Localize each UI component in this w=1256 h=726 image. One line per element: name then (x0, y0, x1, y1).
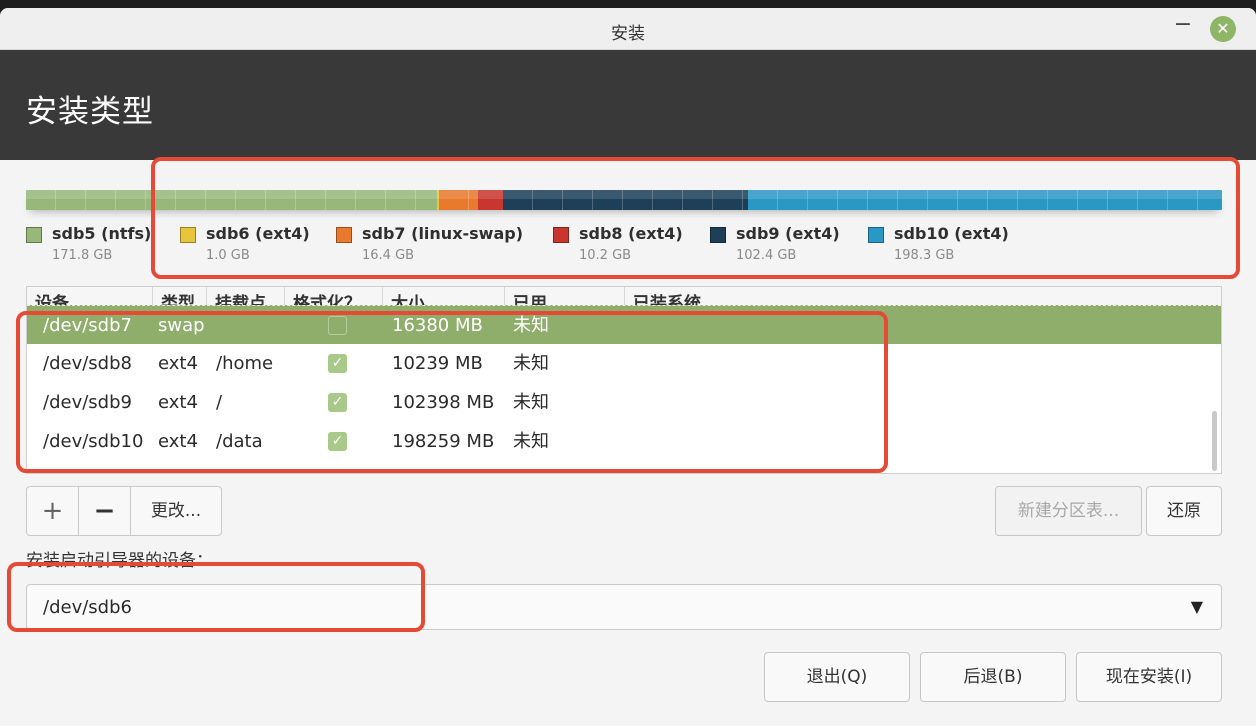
partition-segment-sdb10 (747, 190, 1222, 210)
cell-device: /dev/sdb9 (43, 392, 132, 413)
legend-size: 171.8 GB (52, 248, 113, 263)
bootloader-device-select[interactable]: /dev/sdb6 ▼ (26, 584, 1222, 630)
new-partition-table-button[interactable]: 新建分区表... (995, 486, 1142, 536)
legend-label: sdb5 (ntfs) (52, 224, 152, 243)
install-now-button[interactable]: 现在安装(I) (1076, 652, 1222, 702)
cell-device: /dev/sdb7 (43, 315, 132, 336)
legend-size: 10.2 GB (579, 248, 632, 263)
table-row[interactable]: /dev/sdb8 ext4 /home ✓ 10239 MB 未知 (27, 344, 1221, 383)
dropdown-arrow-icon: ▼ (1190, 597, 1203, 616)
quit-button[interactable]: 退出(Q) (764, 652, 910, 702)
cell-mount: /data (216, 431, 263, 452)
partition-segment-sdb7 (439, 190, 479, 210)
cell-mount: / (216, 392, 223, 413)
legend-label: sdb10 (ext4) (894, 224, 1009, 243)
partition-bar (26, 190, 1222, 210)
remove-partition-button[interactable]: − (79, 487, 131, 535)
legend-swatch (26, 227, 42, 243)
table-row[interactable]: /dev/sdb7 swap 16380 MB 未知 (27, 305, 1221, 344)
cell-used: 未知 (513, 431, 549, 452)
cell-used: 未知 (513, 315, 549, 336)
partition-table: 设备 类型 挂载点 格式化？ 大小 已用 已装系统 /dev/sdb7 swap… (26, 286, 1222, 474)
page-header: 安装类型 (0, 50, 1256, 160)
cell-size: 10239 MB (392, 353, 483, 374)
partition-edit-buttons: + − 更改... (26, 486, 222, 536)
minimize-button[interactable]: − (1170, 12, 1196, 42)
legend-size: 1.0 GB (206, 248, 250, 263)
legend-label: sdb8 (ext4) (579, 224, 683, 243)
bootloader-label: 安装启动引导器的设备： (26, 551, 213, 571)
format-checkbox[interactable]: ✓ (328, 393, 347, 412)
cell-type: ext4 (158, 431, 198, 452)
format-checkbox[interactable]: ✓ (328, 432, 347, 451)
cell-device: /dev/sdb10 (43, 431, 144, 452)
legend-swatch (180, 227, 196, 243)
close-button[interactable]: ✕ (1210, 16, 1236, 42)
partition-segment-sdb5 (26, 190, 437, 210)
title-bar: 安装 − ✕ (0, 8, 1256, 50)
add-partition-button[interactable]: + (27, 487, 79, 535)
legend-label: sdb9 (ext4) (736, 224, 840, 243)
legend-swatch (710, 227, 726, 243)
legend-swatch (336, 227, 352, 243)
cell-used: 未知 (513, 353, 549, 374)
legend-size: 16.4 GB (362, 248, 415, 263)
partition-segment-sdb8 (478, 190, 504, 210)
partition-segment-sdb9 (502, 190, 748, 210)
cell-type: swap (158, 315, 205, 336)
legend-swatch (868, 227, 884, 243)
cell-size: 102398 MB (392, 392, 495, 413)
bootloader-device-value: /dev/sdb6 (43, 597, 132, 618)
cell-mount: /home (216, 353, 274, 374)
page-title: 安装类型 (26, 94, 154, 130)
cell-type: ext4 (158, 353, 198, 374)
table-row[interactable]: /dev/sdb9 ext4 / ✓ 102398 MB 未知 (27, 383, 1221, 422)
cell-size: 16380 MB (392, 315, 483, 336)
revert-button[interactable]: 还原 (1146, 486, 1222, 536)
cell-used: 未知 (513, 392, 549, 413)
format-checkbox[interactable] (328, 316, 347, 335)
change-partition-button[interactable]: 更改... (131, 487, 221, 535)
legend-size: 198.3 GB (894, 248, 955, 263)
cell-size: 198259 MB (392, 431, 495, 452)
table-scrollbar[interactable] (1212, 411, 1217, 471)
legend-swatch (553, 227, 569, 243)
legend-size: 102.4 GB (736, 248, 797, 263)
format-checkbox[interactable]: ✓ (328, 354, 347, 373)
installer-window: 安装 − ✕ 安装类型 sdb5 (ntfs) 171.8 GB sdb6 (e… (0, 8, 1256, 726)
legend-label: sdb6 (ext4) (206, 224, 310, 243)
legend-label: sdb7 (linux-swap) (362, 224, 524, 243)
window-title: 安装 (611, 24, 645, 44)
back-button[interactable]: 后退(B) (920, 652, 1066, 702)
table-row[interactable]: /dev/sdb10 ext4 /data ✓ 198259 MB 未知 (27, 422, 1221, 461)
cell-type: ext4 (158, 392, 198, 413)
cell-device: /dev/sdb8 (43, 353, 132, 374)
